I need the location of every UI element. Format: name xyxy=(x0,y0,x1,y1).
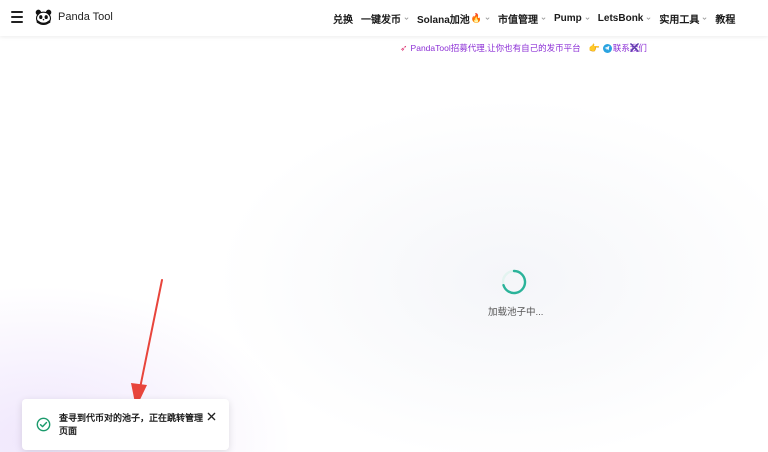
promo-banner: ➶ PandaTool招募代理,让你也有自己的发币平台 👉 联系我们 xyxy=(400,42,647,54)
nav-item-one-click-token[interactable]: 一键发币 xyxy=(361,11,409,26)
nav-label: 教程 xyxy=(715,15,736,26)
nav-item-pump[interactable]: Pump xyxy=(554,13,590,24)
close-icon[interactable] xyxy=(207,412,216,421)
page-background xyxy=(0,0,768,452)
nav-label: Solana加池 xyxy=(417,15,470,26)
main-nav: 兑换 一键发币 Solana加池 🔥 市值管理 Pump LetsBonk 实用… xyxy=(333,11,735,26)
nav-label: LetsBonk xyxy=(597,13,644,24)
loading-spinner-icon xyxy=(501,269,527,295)
promo-text: PandaTool招募代理,让你也有自己的发币平台 xyxy=(410,43,581,53)
nav-item-utilities[interactable]: 实用工具 xyxy=(659,11,707,26)
nav-item-solana-pool[interactable]: Solana加池 🔥 xyxy=(417,11,490,26)
nav-label: 实用工具 xyxy=(659,15,700,26)
close-icon[interactable] xyxy=(630,43,639,52)
chevron-down-icon xyxy=(485,17,490,20)
chevron-down-icon xyxy=(404,17,409,20)
nav-item-letsbonk[interactable]: LetsBonk xyxy=(598,13,652,24)
nav-item-tutorial[interactable]: 教程 xyxy=(715,11,735,26)
chevron-down-icon xyxy=(702,17,707,20)
chevron-down-icon xyxy=(646,17,651,20)
chevron-down-icon xyxy=(585,17,590,20)
nav-label: 兑换 xyxy=(333,15,353,26)
top-nav-bar: Panda Tool 兑换 一键发币 Solana加池 🔥 市值管理 Pump … xyxy=(0,0,768,36)
nav-label: Pump xyxy=(554,13,582,24)
chevron-down-icon xyxy=(541,17,546,20)
brand-name[interactable]: Panda Tool xyxy=(58,11,113,23)
pin-icon: ➶ xyxy=(400,42,408,53)
loading-text: 加载池子中... xyxy=(488,307,544,318)
fire-icon: 🔥 xyxy=(470,13,483,23)
panda-logo-icon xyxy=(35,9,52,26)
nav-label: 一键发币 xyxy=(361,15,401,26)
annotation-arrow-icon xyxy=(131,279,163,408)
nav-item-exchange[interactable]: 兑换 xyxy=(333,11,353,26)
toast-message: 查寻到代币对的池子，正在跳转管理页面 xyxy=(59,413,204,436)
success-toast: 查寻到代币对的池子，正在跳转管理页面 xyxy=(22,399,229,450)
telegram-icon xyxy=(602,43,612,53)
nav-label: 市值管理 xyxy=(498,15,539,26)
nav-item-market-cap[interactable]: 市值管理 xyxy=(498,11,546,26)
hamburger-menu-icon[interactable] xyxy=(11,11,23,23)
check-circle-icon xyxy=(36,417,51,432)
pointing-hand-icon: 👉 xyxy=(588,42,600,53)
